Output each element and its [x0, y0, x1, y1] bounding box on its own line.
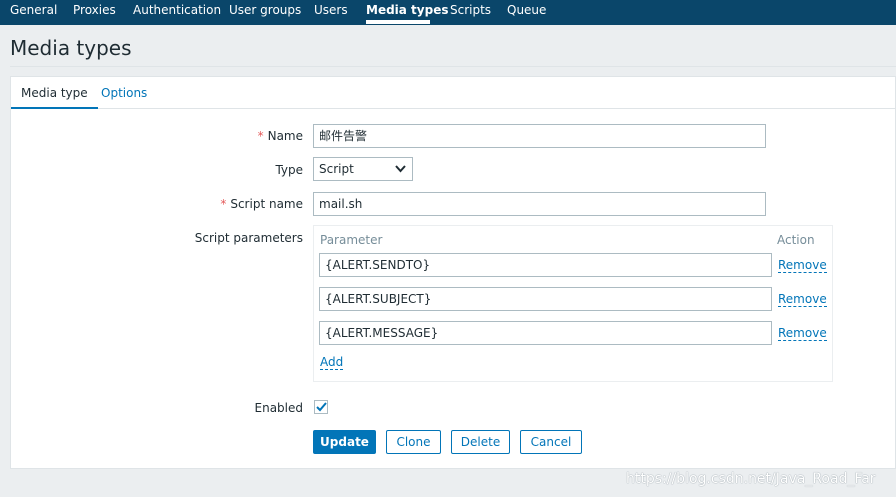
watermark: https://blog.csdn.net/Java_Road_Far: [626, 471, 876, 487]
required-mark: *: [220, 197, 227, 211]
checkmark-icon: [316, 402, 327, 412]
name-label-text: Name: [267, 129, 303, 143]
title-divider: [10, 66, 896, 67]
tab-media-type[interactable]: Media type: [11, 77, 98, 109]
remove-parameter-link[interactable]: Remove: [778, 326, 827, 341]
script-name-label: * Script name: [11, 197, 303, 211]
nav-active-indicator: [366, 20, 430, 24]
name-label: * Name: [11, 129, 303, 143]
delete-button[interactable]: Delete: [451, 430, 510, 454]
enabled-label: Enabled: [254, 401, 304, 415]
page-title: Media types: [10, 36, 132, 60]
type-select[interactable]: Script: [313, 157, 413, 181]
nav-item-authentication[interactable]: Authentication: [133, 0, 221, 25]
media-type-form-panel: Media type Options * Name 邮件告警 Type Scrip…: [10, 76, 896, 469]
parameter-column-header: Parameter: [320, 233, 383, 247]
type-label: Type: [275, 163, 303, 177]
script-parameters-label: Script parameters: [194, 231, 303, 245]
parameter-input[interactable]: {ALERT.SENDTO}: [319, 253, 772, 277]
script-name-input[interactable]: mail.sh: [313, 192, 766, 216]
nav-item-proxies[interactable]: Proxies: [73, 0, 116, 25]
action-column-header: Action: [777, 233, 815, 247]
nav-item-scripts[interactable]: Scripts: [450, 0, 491, 25]
chevron-down-icon: [395, 165, 406, 173]
nav-item-users[interactable]: Users: [314, 0, 348, 25]
type-select-value: Script: [319, 162, 354, 176]
top-nav: General Proxies Authentication User grou…: [0, 0, 896, 25]
nav-item-general[interactable]: General: [10, 0, 57, 25]
tab-options[interactable]: Options: [91, 77, 157, 109]
required-mark: *: [257, 129, 264, 143]
cancel-button[interactable]: Cancel: [520, 430, 582, 454]
parameter-input[interactable]: {ALERT.MESSAGE}: [319, 321, 772, 345]
add-parameter-link[interactable]: Add: [320, 355, 344, 370]
parameter-input[interactable]: {ALERT.SUBJECT}: [319, 287, 772, 311]
update-button[interactable]: Update: [313, 430, 376, 454]
clone-button[interactable]: Clone: [386, 430, 441, 454]
name-input[interactable]: 邮件告警: [313, 124, 766, 148]
remove-parameter-link[interactable]: Remove: [778, 258, 827, 273]
nav-item-user-groups[interactable]: User groups: [229, 0, 301, 25]
enabled-checkbox[interactable]: [314, 400, 328, 414]
script-name-label-text: Script name: [230, 197, 303, 211]
nav-item-queue[interactable]: Queue: [507, 0, 546, 25]
tab-bar: Media type Options: [11, 77, 896, 109]
remove-parameter-link[interactable]: Remove: [778, 292, 827, 307]
script-parameters-table: Parameter Action {ALERT.SENDTO} Remove {…: [313, 225, 833, 382]
